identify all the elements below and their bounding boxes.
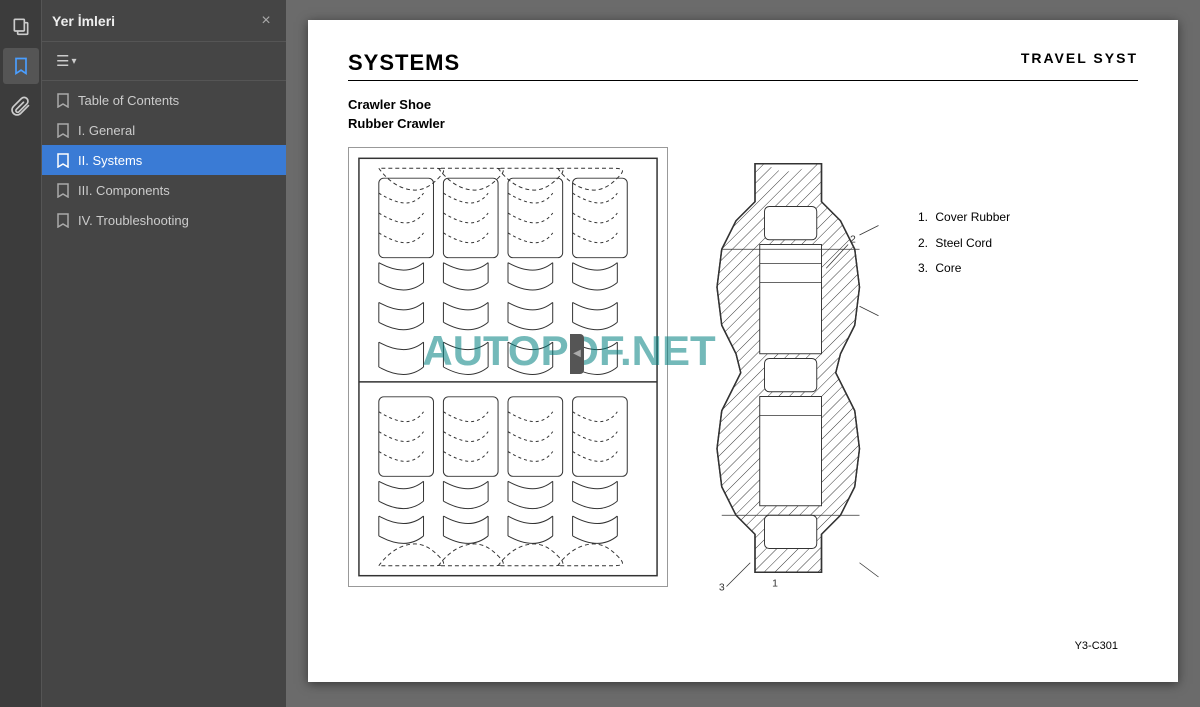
pdf-page: AUTOPDF.NET SYSTEMS TRAVEL SYST Crawler … bbox=[308, 20, 1178, 682]
sidebar-item-toc[interactable]: Table of Contents bbox=[42, 85, 286, 115]
figure-left bbox=[348, 147, 668, 592]
menu-icon: ☰ bbox=[56, 52, 69, 70]
crawler-shoe-diagram bbox=[348, 147, 668, 587]
legend-label-2: Steel Cord bbox=[935, 236, 992, 250]
sidebar-item-systems[interactable]: II. Systems bbox=[42, 145, 286, 175]
attachment-icon[interactable] bbox=[3, 88, 39, 124]
bookmark-icon-systems bbox=[56, 152, 70, 168]
collapse-handle[interactable]: ◀ bbox=[570, 334, 584, 374]
sidebar-item-troubleshooting[interactable]: IV. Troubleshooting bbox=[42, 205, 286, 235]
legend-number-3: 3. bbox=[918, 261, 928, 275]
page-title: SYSTEMS bbox=[348, 50, 460, 76]
sidebar-item-label-toc: Table of Contents bbox=[78, 93, 179, 108]
sidebar-item-components[interactable]: III. Components bbox=[42, 175, 286, 205]
bookmark-icon-components bbox=[56, 182, 70, 198]
sidebar-panel: Yer İmleri × ☰ ▾ Table of Contents I. Ge… bbox=[42, 0, 286, 707]
svg-text:3: 3 bbox=[719, 582, 725, 593]
legend-label-1: Cover Rubber bbox=[935, 210, 1010, 224]
copy-icon[interactable] bbox=[3, 8, 39, 44]
page-section-title: TRAVEL SYST bbox=[1021, 50, 1138, 66]
rubber-crawler-drawing: 3 2 1 bbox=[698, 147, 898, 632]
bookmark-icon-toc bbox=[56, 92, 70, 108]
bookmark-icon-general bbox=[56, 122, 70, 138]
sidebar-toolbar: ☰ ▾ bbox=[42, 42, 286, 81]
sidebar-header: Yer İmleri × bbox=[42, 0, 286, 42]
legend-number-2: 2. bbox=[918, 236, 928, 250]
dropdown-arrow-icon: ▾ bbox=[71, 56, 76, 67]
legend-label-3: Core bbox=[935, 261, 961, 275]
legend-item-1: 1. Cover Rubber bbox=[918, 207, 1010, 229]
legend-list: 1. Cover Rubber 2. Steel Cord 3. Core bbox=[918, 207, 1010, 284]
close-button[interactable]: × bbox=[256, 11, 276, 31]
collapse-arrow-icon: ◀ bbox=[573, 348, 581, 359]
bookmark-icon-troubleshooting bbox=[56, 212, 70, 228]
doc-subtitle1: Crawler Shoe bbox=[348, 97, 1138, 112]
sidebar-item-label-troubleshooting: IV. Troubleshooting bbox=[78, 213, 189, 228]
sidebar-item-label-general: I. General bbox=[78, 123, 135, 138]
sidebar-menu-button[interactable]: ☰ ▾ bbox=[50, 48, 82, 74]
figures-row: 3 2 1 bbox=[348, 147, 1138, 632]
sidebar-item-general[interactable]: I. General bbox=[42, 115, 286, 145]
figure-right: 3 2 1 bbox=[698, 147, 1138, 632]
legend-number-1: 1. bbox=[918, 210, 928, 224]
legend-item-3: 3. Core bbox=[918, 258, 1010, 280]
bookmark-list: Table of Contents I. General II. Systems… bbox=[42, 81, 286, 707]
page-header: SYSTEMS TRAVEL SYST bbox=[348, 50, 1138, 81]
main-content: AUTOPDF.NET SYSTEMS TRAVEL SYST Crawler … bbox=[286, 0, 1200, 707]
sidebar-item-label-systems: II. Systems bbox=[78, 153, 142, 168]
bookmark-panel-icon[interactable] bbox=[3, 48, 39, 84]
sidebar-item-label-components: III. Components bbox=[78, 183, 170, 198]
left-toolbar bbox=[0, 0, 42, 707]
sidebar-title: Yer İmleri bbox=[52, 13, 115, 29]
svg-text:1: 1 bbox=[772, 579, 778, 590]
legend-item-2: 2. Steel Cord bbox=[918, 233, 1010, 255]
svg-text:2: 2 bbox=[850, 235, 856, 246]
figure-caption: Y3-C301 bbox=[1075, 640, 1118, 652]
doc-subtitle2: Rubber Crawler bbox=[348, 116, 1138, 131]
